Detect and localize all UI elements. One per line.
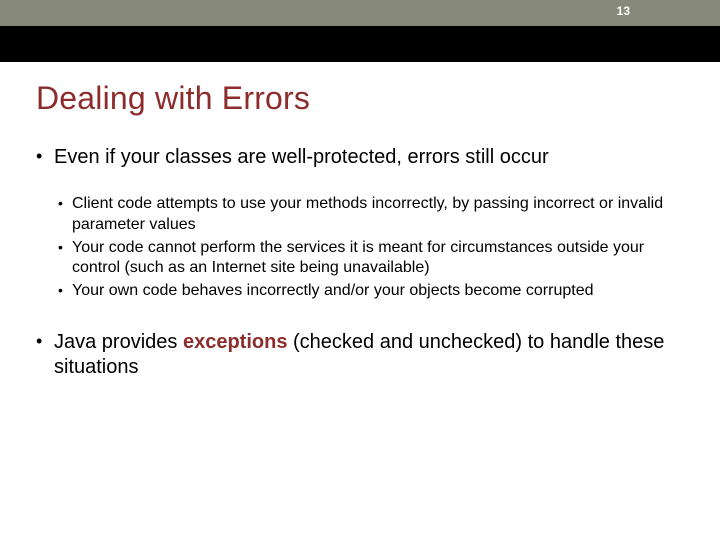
- slide-title: Dealing with Errors: [36, 80, 684, 117]
- bullet-text: Client code attempts to use your methods…: [72, 195, 663, 233]
- bullet-text-pre: Java provides: [54, 331, 183, 353]
- bullet-text: Your own code behaves incorrectly and/or…: [72, 282, 593, 299]
- bullet-list-level1: Even if your classes are well-protected,…: [36, 145, 684, 170]
- accent-text: exceptions: [183, 331, 287, 353]
- bullet-text: Your code cannot perform the services it…: [72, 239, 644, 277]
- slide-number: 13: [617, 4, 630, 18]
- top-bar: 13: [0, 0, 720, 26]
- bullet-lvl2-item: Your code cannot perform the services it…: [58, 238, 684, 280]
- bullet-lvl2-item: Your own code behaves incorrectly and/or…: [58, 281, 684, 302]
- content-area: Dealing with Errors Even if your classes…: [0, 62, 720, 380]
- bullet-list-level1: Java provides exceptions (checked and un…: [36, 330, 684, 380]
- bullet-lvl1-item: Java provides exceptions (checked and un…: [36, 330, 684, 380]
- bullet-text: Even if your classes are well-protected,…: [54, 146, 549, 168]
- black-band: [0, 26, 720, 62]
- bullet-lvl2-item: Client code attempts to use your methods…: [58, 194, 684, 236]
- bullet-list-level2: Client code attempts to use your methods…: [36, 194, 684, 302]
- slide: 13 Dealing with Errors Even if your clas…: [0, 0, 720, 540]
- sublist-container: Client code attempts to use your methods…: [36, 194, 684, 302]
- bullet-lvl1-item: Even if your classes are well-protected,…: [36, 145, 684, 170]
